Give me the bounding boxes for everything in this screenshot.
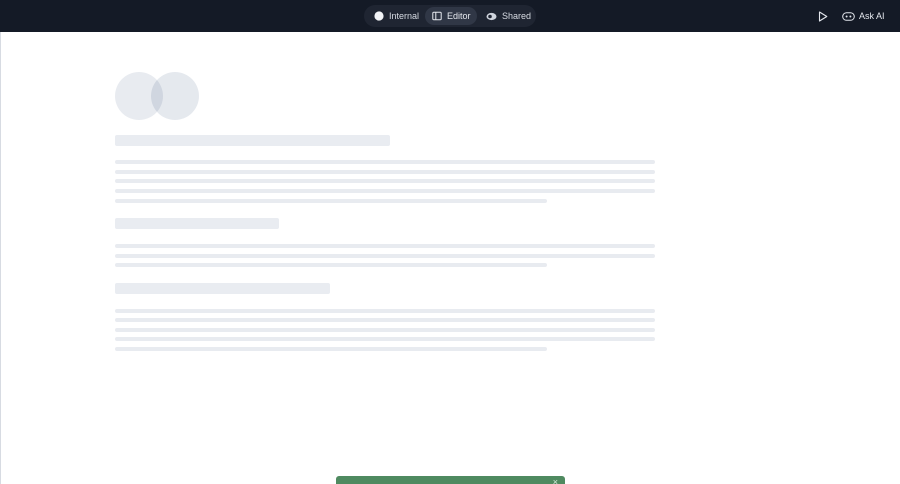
skeleton-line <box>115 170 655 174</box>
play-button[interactable] <box>815 8 831 24</box>
skeleton-title <box>115 135 390 146</box>
view-mode-switch: Internal Editor Shared <box>364 5 536 27</box>
mode-editor-label: Editor <box>447 11 471 21</box>
skeleton-heading <box>115 283 330 294</box>
mode-shared[interactable]: Shared <box>479 7 533 25</box>
skeleton-line <box>115 337 655 341</box>
circle-icon <box>374 11 384 21</box>
skeleton-line <box>115 347 547 351</box>
play-icon <box>818 10 828 22</box>
mode-editor[interactable]: Editor <box>425 7 477 25</box>
skeleton-line <box>115 318 655 322</box>
mode-internal-label: Internal <box>389 11 420 21</box>
mode-internal[interactable]: Internal <box>367 7 423 25</box>
skeleton-line <box>115 254 655 258</box>
skeleton-line <box>115 199 547 203</box>
avatar-placeholder <box>151 72 199 120</box>
close-icon[interactable]: × <box>553 478 558 484</box>
skeleton-line <box>115 160 655 164</box>
mode-shared-label: Shared <box>502 11 532 21</box>
top-bar: Internal Editor Shared Ask AI <box>0 0 900 32</box>
notification-toast: × <box>336 476 565 484</box>
content-left-border <box>0 32 1 484</box>
skeleton-line <box>115 263 547 267</box>
skeleton-heading <box>115 218 279 229</box>
skeleton-line <box>115 328 655 332</box>
skeleton-line <box>115 244 655 248</box>
skeleton-line <box>115 179 655 183</box>
eye-icon <box>486 12 497 20</box>
cloud-ai-icon <box>842 11 855 21</box>
ask-ai-label: Ask AI <box>859 11 885 21</box>
ask-ai-button[interactable]: Ask AI <box>842 6 888 26</box>
sidebar-panel-icon <box>432 11 442 21</box>
skeleton-line <box>115 309 655 313</box>
skeleton-line <box>115 189 655 193</box>
